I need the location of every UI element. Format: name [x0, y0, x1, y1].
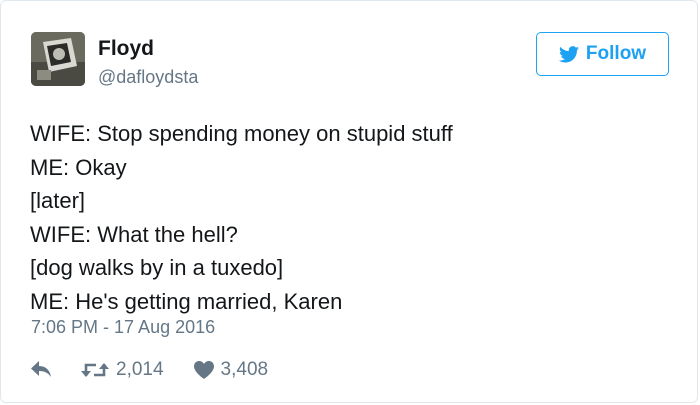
tweet-actions: 2,014 3,408 — [31, 359, 268, 381]
tweet-timestamp[interactable]: 7:06 PM - 17 Aug 2016 — [31, 317, 215, 338]
tweet-line: WIFE: What the hell? — [30, 221, 238, 247]
follow-label: Follow — [585, 43, 647, 64]
follow-button[interactable]: Follow — [536, 32, 669, 76]
tweet-line: [dog walks by in a tuxedo] — [30, 255, 284, 280]
heart-icon — [193, 361, 214, 379]
retweet-icon — [81, 363, 109, 377]
like-button[interactable]: 3,408 — [193, 359, 269, 381]
tweet-line: ME: He's getting married, Karen — [30, 288, 343, 314]
tweet-line: [later] — [30, 188, 86, 213]
retweet-count: 2,014 — [116, 359, 164, 380]
reply-icon — [31, 361, 51, 377]
display-name[interactable]: Floyd — [98, 37, 154, 61]
tweet-text: WIFE: Stop spending money on stupid stuf… — [30, 117, 453, 318]
twitter-bird-icon — [558, 45, 579, 62]
user-handle[interactable]: @dafloydsta — [98, 67, 198, 88]
tweet-line: ME: Okay — [30, 154, 127, 180]
retweet-button[interactable]: 2,014 — [81, 359, 164, 381]
tweet-card: Floyd @dafloydsta Follow WIFE: Stop spen… — [0, 0, 698, 403]
avatar[interactable] — [31, 32, 85, 86]
like-count: 3,408 — [220, 359, 269, 380]
tweet-line: WIFE: Stop spending money on stupid stuf… — [30, 121, 453, 146]
reply-button[interactable] — [31, 361, 53, 379]
